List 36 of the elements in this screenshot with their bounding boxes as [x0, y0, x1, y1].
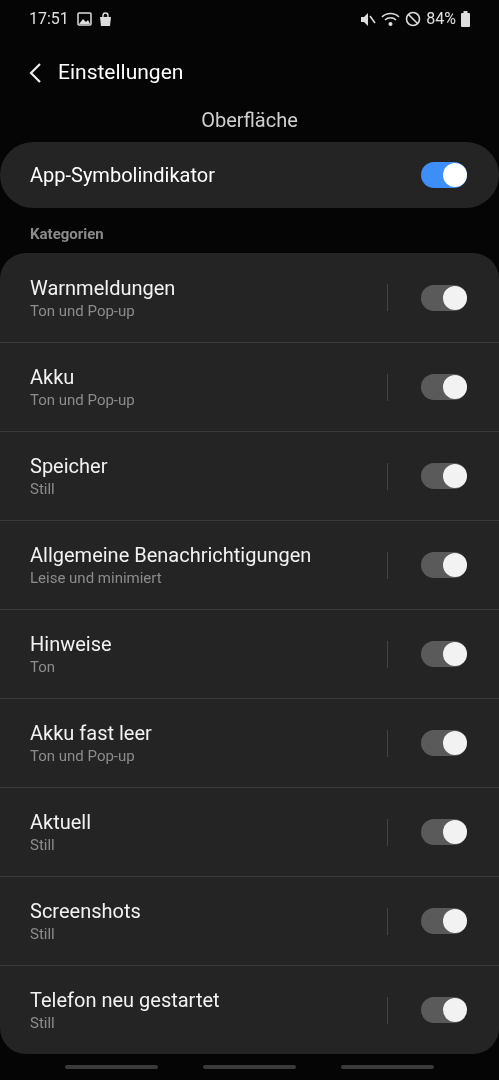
category-title: Screenshots [30, 898, 142, 924]
header-title: Einstellungen [58, 59, 184, 87]
category-title: Allgemeine Benachrichtigungen [30, 542, 313, 568]
shopping-bag-icon [98, 11, 112, 27]
category-title: Akku fast leer [30, 720, 153, 746]
wifi-icon [381, 11, 401, 27]
category-subtitle: Ton und Pop-up [30, 746, 136, 766]
category-subtitle: Ton [30, 657, 57, 677]
back-icon [28, 62, 42, 84]
image-icon [76, 12, 92, 26]
nav-handle[interactable] [65, 1065, 158, 1069]
battery-percent: 84% [426, 8, 456, 30]
category-title: Akku [30, 364, 76, 390]
status-time: 17:51 [29, 8, 69, 30]
toggle-switch[interactable] [421, 162, 467, 188]
category-title: Aktuell [30, 809, 93, 835]
setting-label: App-Symbolindikator [30, 162, 216, 189]
category-subtitle: Still [30, 924, 56, 944]
category-subtitle: Ton und Pop-up [30, 300, 136, 321]
back-button[interactable] [28, 62, 42, 84]
battery-icon [461, 11, 470, 27]
category-title: Hinweise [30, 631, 113, 657]
nav-handle[interactable] [203, 1065, 296, 1069]
category-subtitle: Leise und minimiert [30, 568, 163, 588]
mute-icon [360, 11, 377, 27]
category-title: Speicher [30, 453, 109, 479]
category-subtitle: Still [30, 1013, 56, 1033]
page-title: Oberfläche [201, 108, 298, 132]
category-title: Warnmeldungen [30, 274, 177, 301]
blocked-icon [405, 11, 422, 27]
section-label: Kategorien [30, 223, 104, 245]
category-subtitle: Still [30, 479, 56, 499]
nav-handle[interactable] [341, 1065, 434, 1069]
category-title: Telefon neu gestartet [30, 987, 221, 1013]
category-subtitle: Still [30, 835, 56, 855]
category-subtitle: Ton und Pop-up [30, 390, 136, 410]
